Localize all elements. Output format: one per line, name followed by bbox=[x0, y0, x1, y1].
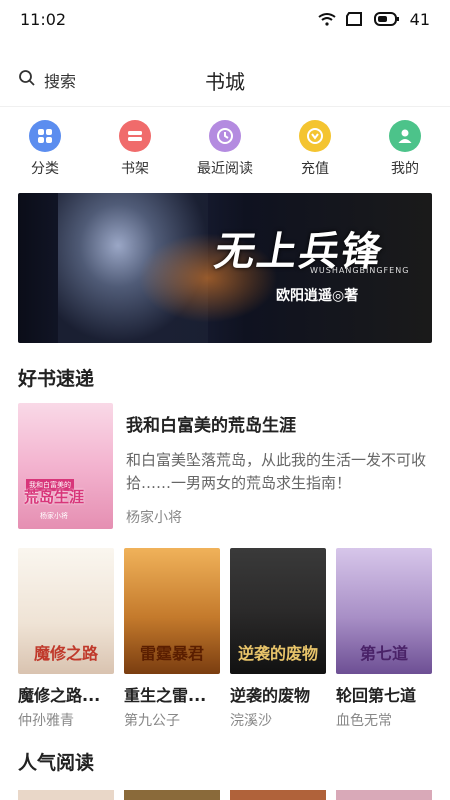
nav-item-bookshelf[interactable]: 书架 bbox=[95, 120, 175, 190]
nav-label-recent: 最近阅读 bbox=[197, 161, 253, 177]
book-cover-title: 第七道 bbox=[359, 644, 408, 663]
book-cover[interactable] bbox=[230, 790, 326, 800]
grid-icon bbox=[29, 120, 61, 152]
book-card[interactable]: 雷霆暴君 重生之雷... 第九公子 bbox=[124, 548, 220, 730]
popular-covers-preview bbox=[18, 790, 432, 800]
banner-author: 欧阳逍遥◎著 bbox=[276, 288, 359, 304]
battery-level: 41 bbox=[409, 9, 430, 29]
book-author: 第九公子 bbox=[124, 713, 180, 729]
nav-item-category[interactable]: 分类 bbox=[5, 120, 85, 190]
nav-label-category: 分类 bbox=[31, 161, 59, 177]
featured-cover-title: 荒岛生涯 bbox=[24, 488, 85, 506]
featured-book[interactable]: 我和白富美的 荒岛生涯 杨家小将 我和白富美的荒岛生涯 和白富美坠落荒岛，从此我… bbox=[18, 403, 432, 529]
book-cover: 逆袭的废物 bbox=[230, 548, 326, 674]
nav-label-profile: 我的 bbox=[391, 161, 419, 177]
book-author: 仲孙雅青 bbox=[18, 713, 74, 729]
clock-icon bbox=[209, 120, 241, 152]
book-card[interactable]: 第七道 轮回第七道 血色无常 bbox=[336, 548, 432, 730]
status-bar: 11:02 41 bbox=[0, 0, 450, 38]
book-card[interactable]: 魔修之路 魔修之路... 仲孙雅青 bbox=[18, 548, 114, 730]
featured-book-cover: 我和白富美的 荒岛生涯 杨家小将 bbox=[18, 403, 113, 529]
featured-book-title: 我和白富美的荒岛生涯 bbox=[126, 416, 296, 436]
book-cover: 魔修之路 bbox=[18, 548, 114, 674]
book-cover-title: 雷霆暴君 bbox=[139, 644, 204, 663]
book-cover[interactable] bbox=[18, 790, 114, 800]
book-cover: 第七道 bbox=[336, 548, 432, 674]
nav-item-recent[interactable]: 最近阅读 bbox=[185, 120, 265, 190]
section-title-fast-books: 好书速递 bbox=[18, 368, 95, 390]
sim-icon bbox=[345, 12, 364, 26]
book-cover[interactable] bbox=[124, 790, 220, 800]
book-card[interactable]: 逆袭的废物 逆袭的废物 浣溪沙 bbox=[230, 548, 326, 730]
nav-item-recharge[interactable]: 充值 bbox=[275, 120, 355, 190]
featured-book-author: 杨家小将 bbox=[126, 510, 182, 526]
nav-label-recharge: 充值 bbox=[301, 161, 329, 177]
book-author: 血色无常 bbox=[336, 713, 392, 729]
wifi-icon bbox=[318, 12, 336, 26]
promo-banner[interactable]: 无上兵锋 WUSHANGBINGFENG 欧阳逍遥◎著 bbox=[18, 193, 432, 343]
battery-icon bbox=[373, 12, 400, 26]
user-icon bbox=[389, 120, 421, 152]
book-grid: 魔修之路 魔修之路... 仲孙雅青 雷霆暴君 重生之雷... 第九公子 逆袭的废… bbox=[18, 548, 432, 730]
nav-item-profile[interactable]: 我的 bbox=[365, 120, 445, 190]
banner-subtitle: WUSHANGBINGFENG bbox=[310, 266, 410, 275]
book-cover-title: 逆袭的废物 bbox=[237, 644, 318, 663]
book-cover: 雷霆暴君 bbox=[124, 548, 220, 674]
book-title: 轮回第七道 bbox=[336, 686, 417, 705]
header: 搜索 书城 bbox=[0, 56, 450, 107]
recharge-icon bbox=[299, 120, 331, 152]
book-title: 重生之雷... bbox=[124, 686, 207, 705]
status-time: 11:02 bbox=[20, 9, 67, 29]
book-title: 魔修之路... bbox=[18, 686, 101, 705]
book-cover-title: 魔修之路 bbox=[33, 644, 98, 663]
book-cover[interactable] bbox=[336, 790, 432, 800]
section-title-popular: 人气阅读 bbox=[18, 752, 95, 774]
quick-nav: 分类 书架 最近阅读 充值 我的 bbox=[0, 120, 450, 190]
featured-book-description: 和白富美坠落荒岛，从此我的生活一发不可收拾……一男两女的荒岛求生指南！ bbox=[126, 451, 427, 492]
book-title: 逆袭的废物 bbox=[230, 686, 311, 705]
status-icons: 41 bbox=[318, 10, 430, 29]
shelf-icon bbox=[119, 120, 151, 152]
nav-label-bookshelf: 书架 bbox=[121, 161, 149, 177]
page-title: 书城 bbox=[205, 70, 245, 94]
featured-cover-author: 杨家小将 bbox=[40, 512, 68, 520]
book-author: 浣溪沙 bbox=[230, 713, 272, 729]
